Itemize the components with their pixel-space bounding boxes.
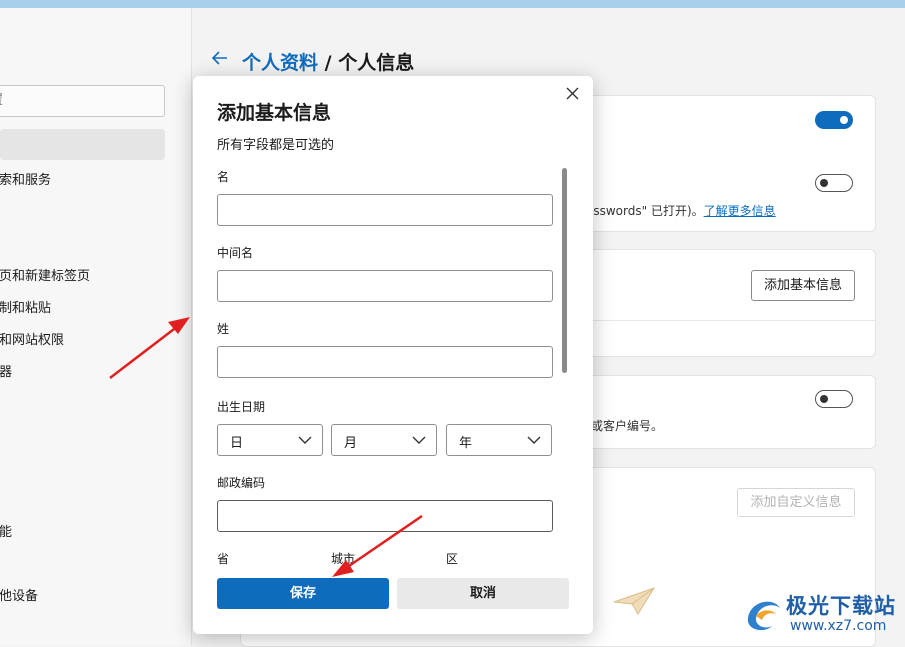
close-icon[interactable] <box>563 84 583 104</box>
watermark-text: 极光下载站 <box>786 594 896 618</box>
province-label: 省 <box>217 552 230 566</box>
birth-month-select[interactable]: 月 <box>331 424 437 456</box>
birth-month-value: 月 <box>344 436 358 451</box>
breadcrumb: 个人资料 / 个人信息 <box>242 48 414 75</box>
last-name-field[interactable] <box>217 346 553 378</box>
postal-code-field[interactable] <box>217 500 553 532</box>
middle-name-label: 中间名 <box>217 246 254 260</box>
card3-description: 或客户编号。 <box>591 419 664 433</box>
add-custom-info-button[interactable]: 添加自定义信息 <box>737 488 855 517</box>
sidebar-item-active[interactable] <box>0 129 165 160</box>
dialog-title: 添加基本信息 <box>217 102 332 124</box>
district-label: 区 <box>446 552 459 566</box>
add-basic-info-dialog: 添加基本信息 所有字段都是可选的 名 中间名 姓 出生日期 日 月 年 邮政编码… <box>193 76 593 634</box>
first-name-label: 名 <box>217 170 230 184</box>
sidebar-item-search-services[interactable]: 索和服务 <box>0 169 51 188</box>
back-arrow-icon[interactable] <box>210 48 230 73</box>
sidebar-item-start-home-newtab[interactable]: 页和新建标签页 <box>0 265 90 284</box>
secondary-setting-toggle[interactable] <box>815 174 853 192</box>
save-button[interactable]: 保存 <box>217 578 389 609</box>
sidebar-item-cookies-permissions[interactable]: 和网站权限 <box>0 329 64 348</box>
card1-description: asswords" 已打开)。了解更多信息 <box>586 204 776 218</box>
page-title: 个人信息 <box>338 52 415 74</box>
sidebar-item-accessibility[interactable]: 能 <box>0 521 12 540</box>
add-basic-info-button[interactable]: 添加基本信息 <box>751 270 855 301</box>
window-top-strip <box>0 0 905 8</box>
chevron-down-icon <box>298 436 312 444</box>
birth-day-select[interactable]: 日 <box>217 424 323 456</box>
breadcrumb-separator: / <box>318 52 339 74</box>
sidebar-item-other-devices[interactable]: 他设备 <box>0 585 38 604</box>
save-fill-info-toggle[interactable] <box>815 111 853 129</box>
first-name-field[interactable] <box>217 194 553 226</box>
learn-more-link[interactable]: 了解更多信息 <box>704 204 776 218</box>
middle-name-field[interactable] <box>217 270 553 302</box>
sidebar-search-text: 置 <box>0 86 3 116</box>
sidebar-item-copy-paste[interactable]: 制和粘贴 <box>0 297 51 316</box>
city-label: 城市 <box>331 552 356 566</box>
watermark-swirl-icon <box>747 601 780 631</box>
birth-year-value: 年 <box>459 436 473 451</box>
last-name-label: 姓 <box>217 322 230 336</box>
sidebar-item-browser[interactable]: 器 <box>0 361 12 380</box>
dialog-scrollbar-thumb[interactable] <box>562 168 567 373</box>
cancel-button[interactable]: 取消 <box>397 578 569 609</box>
watermark-url: www.xz7.com <box>790 618 887 634</box>
birth-day-value: 日 <box>230 436 244 451</box>
birth-year-select[interactable]: 年 <box>446 424 552 456</box>
watermark-logo: 极光下载站 www.xz7.com <box>742 588 902 640</box>
postal-code-label: 邮政编码 <box>217 476 266 490</box>
chevron-down-icon <box>412 436 426 444</box>
customer-id-toggle[interactable] <box>815 390 853 408</box>
birthdate-label: 出生日期 <box>217 400 266 414</box>
paper-plane-illustration <box>613 587 656 615</box>
dialog-subtitle: 所有字段都是可选的 <box>217 138 335 153</box>
sidebar-search-input[interactable]: 置 <box>0 85 165 117</box>
settings-sidebar: 置 索和服务 页和新建标签页 制和粘贴 和网站权限 器 能 他设备 <box>0 8 192 645</box>
breadcrumb-parent-link[interactable]: 个人资料 <box>242 52 318 74</box>
chevron-down-icon <box>527 436 541 444</box>
